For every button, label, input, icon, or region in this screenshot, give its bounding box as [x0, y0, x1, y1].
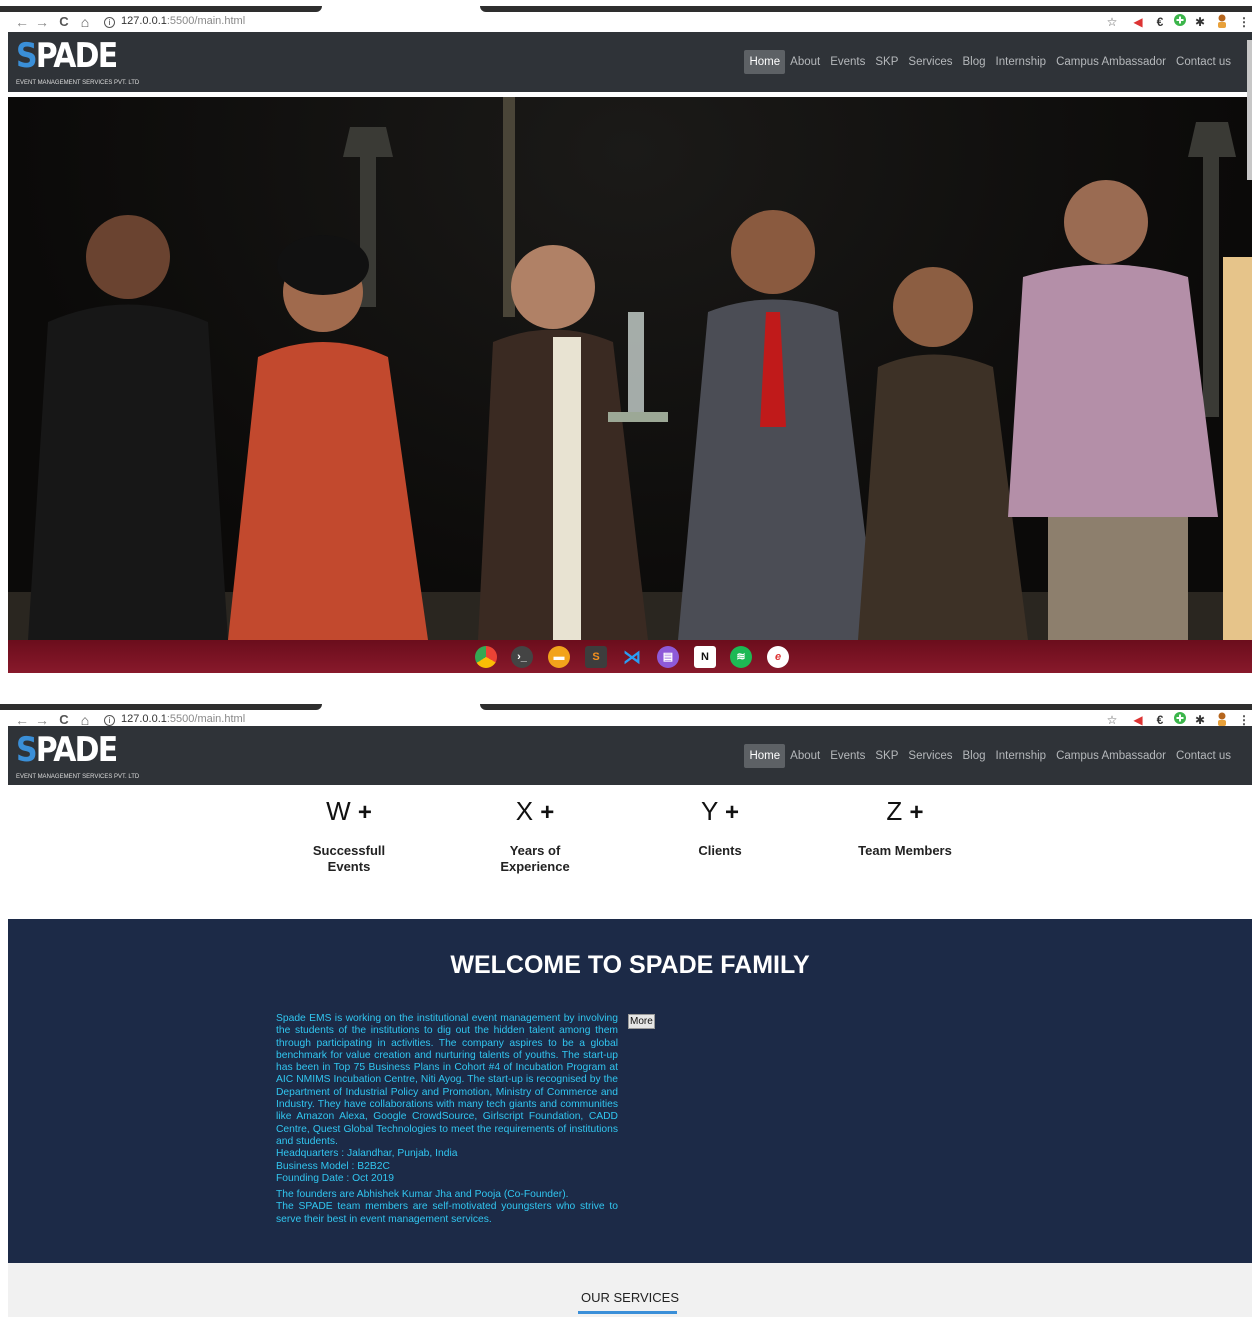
browser-menu-icon[interactable]: ⋮: [1236, 14, 1252, 30]
logo-tagline: EVENT MANAGEMENT SERVICES PVT. LTD: [16, 80, 140, 86]
nav-home[interactable]: Home: [744, 744, 786, 768]
sublime-app-icon[interactable]: S: [585, 646, 607, 668]
hero-photo: [8, 97, 1252, 640]
stat-successful-events: W + Successfull Events: [274, 797, 424, 875]
nav-skp[interactable]: SKP: [870, 744, 903, 768]
stat-value: Y: [700, 796, 718, 826]
bookmark-star-icon[interactable]: ☆: [1104, 14, 1120, 30]
site-navbar: SPADE EVENT MANAGEMENT SERVICES PVT. LTD…: [8, 32, 1252, 92]
forward-icon[interactable]: →: [34, 14, 50, 30]
nav-campus-ambassador[interactable]: Campus Ambassador: [1051, 744, 1171, 768]
welcome-section: WELCOME TO SPADE FAMILY Spade EMS is wor…: [8, 919, 1252, 1263]
tab-strip-left: [0, 704, 322, 710]
stat-plus: +: [540, 799, 555, 826]
notion-app-icon[interactable]: N: [694, 646, 716, 668]
founding-date-text: Founding Date : Oct 2019: [276, 1172, 394, 1184]
nav-menu: Home About Events SKP Services Blog Inte…: [744, 744, 1236, 768]
business-model-text: Business Model : B2B2C: [276, 1160, 390, 1172]
tab-strip-right: [480, 6, 1252, 12]
stat-team-members: Z + Team Members: [830, 797, 980, 859]
welcome-title: WELCOME TO SPADE FAMILY: [450, 951, 810, 979]
stat-value: W: [326, 796, 351, 826]
stat-label: Team Members: [858, 843, 952, 858]
editor-app-icon[interactable]: e: [767, 646, 789, 668]
stat-plus: +: [909, 799, 924, 826]
nav-contact-us[interactable]: Contact us: [1171, 50, 1236, 74]
nav-contact-us[interactable]: Contact us: [1171, 744, 1236, 768]
extensions-puzzle-icon[interactable]: ✱: [1192, 14, 1208, 30]
nav-about[interactable]: About: [785, 50, 825, 74]
stat-years-experience: X + Years of Experience: [460, 797, 610, 875]
stat-clients: Y + Clients: [645, 797, 795, 859]
scrollbar-thumb[interactable]: [1247, 40, 1252, 180]
logo-tagline: EVENT MANAGEMENT SERVICES PVT. LTD: [16, 774, 140, 780]
nav-events[interactable]: Events: [825, 744, 870, 768]
nav-menu: Home About Events SKP Services Blog Inte…: [744, 50, 1236, 74]
stat-plus: +: [357, 799, 372, 826]
tab-strip-right: [480, 704, 1252, 710]
services-title-underline: [578, 1311, 677, 1314]
terminal-app-icon[interactable]: ›_: [511, 646, 533, 668]
browser-toolbar: ← → C ⌂ i 127.0.0.1:5500/main.html ☆ ◀ € …: [0, 0, 1252, 32]
spade-logo[interactable]: SPADE EVENT MANAGEMENT SERVICES PVT. LTD: [16, 728, 139, 782]
home-icon[interactable]: ⌂: [77, 14, 93, 30]
about-text: Spade EMS is working on the institutiona…: [276, 1013, 618, 1226]
stats-section: W + Successfull Events X + Years of Expe…: [8, 785, 1252, 919]
stat-value: Z: [886, 796, 903, 826]
stat-label: Clients: [698, 843, 742, 858]
nav-internship[interactable]: Internship: [991, 50, 1052, 74]
site-navbar: SPADE EVENT MANAGEMENT SERVICES PVT. LTD…: [8, 726, 1252, 785]
url-host: 127.0.0.1: [121, 15, 167, 27]
url-path: :5500/main.html: [166, 15, 246, 27]
more-button[interactable]: More: [628, 1014, 655, 1029]
notes-app-icon[interactable]: ▤: [657, 646, 679, 668]
stat-label: Successfull Events: [312, 843, 386, 874]
logo-word: PADE: [35, 36, 118, 76]
taskbar-dock: ›_ ▬ S ⋊ ▤ N ≋ e: [8, 640, 1252, 673]
services-section: OUR SERVICES: [8, 1263, 1252, 1317]
extension-megaphone-icon[interactable]: ◀: [1130, 14, 1146, 30]
extension-euro-icon[interactable]: €: [1152, 14, 1168, 30]
url-path: :5500/main.html: [166, 713, 246, 725]
headquarters-text: Headquarters : Jalandhar, Punjab, India: [276, 1148, 458, 1160]
nav-campus-ambassador[interactable]: Campus Ambassador: [1051, 50, 1171, 74]
stat-plus: +: [725, 799, 740, 826]
info-icon[interactable]: i: [104, 715, 115, 726]
vscode-app-icon[interactable]: ⋊: [621, 646, 643, 668]
nav-blog[interactable]: Blog: [958, 50, 991, 74]
tab-strip-left: [0, 6, 322, 12]
spade-logo[interactable]: SPADE EVENT MANAGEMENT SERVICES PVT. LTD: [16, 34, 139, 88]
logo-word: PADE: [35, 730, 118, 770]
extension-green-plus-icon[interactable]: [1172, 14, 1188, 30]
back-icon[interactable]: ←: [14, 14, 30, 30]
info-icon[interactable]: i: [104, 17, 115, 28]
chrome-app-icon[interactable]: [475, 646, 497, 668]
nav-events[interactable]: Events: [825, 50, 870, 74]
nav-blog[interactable]: Blog: [958, 744, 991, 768]
profile-avatar-icon[interactable]: [1214, 14, 1230, 32]
award-ceremony-photo: [8, 97, 1252, 640]
nav-skp[interactable]: SKP: [870, 50, 903, 74]
stat-value: X: [515, 796, 534, 826]
team-text: The SPADE team members are self-motivate…: [276, 1201, 618, 1225]
reload-icon[interactable]: C: [56, 14, 72, 30]
url-host: 127.0.0.1: [121, 713, 167, 725]
nav-services[interactable]: Services: [903, 50, 957, 74]
nav-services[interactable]: Services: [903, 744, 957, 768]
nav-internship[interactable]: Internship: [991, 744, 1052, 768]
about-paragraph: Spade EMS is working on the institutiona…: [276, 1013, 618, 1147]
services-title: OUR SERVICES: [580, 1290, 679, 1305]
address-bar[interactable]: i 127.0.0.1:5500/main.html: [104, 713, 245, 726]
screenshot-top: ← → C ⌂ i 127.0.0.1:5500/main.html ☆ ◀ € …: [0, 0, 1252, 673]
founders-text: The founders are Abhishek Kumar Jha and …: [276, 1189, 569, 1201]
address-bar[interactable]: i 127.0.0.1:5500/main.html: [104, 15, 245, 28]
files-app-icon[interactable]: ▬: [548, 646, 570, 668]
spotify-app-icon[interactable]: ≋: [730, 646, 752, 668]
nav-about[interactable]: About: [785, 744, 825, 768]
nav-home[interactable]: Home: [744, 50, 786, 74]
stat-label: Years of Experience: [500, 843, 570, 874]
